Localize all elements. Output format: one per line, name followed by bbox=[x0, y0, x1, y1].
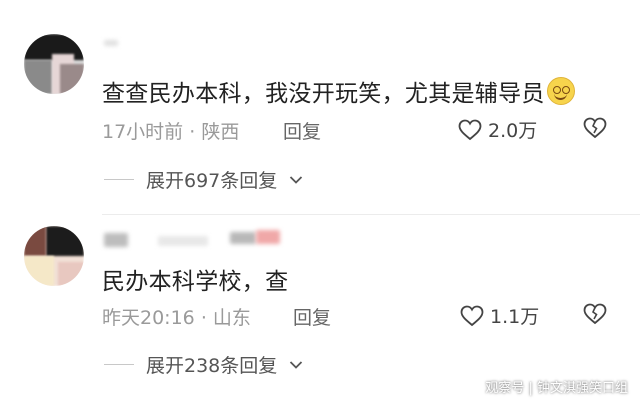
username-blurred bbox=[230, 232, 256, 244]
location: 山东 bbox=[212, 307, 251, 329]
avatar[interactable] bbox=[24, 226, 84, 286]
comment-text: 民办本科学校，查 bbox=[102, 269, 289, 295]
expand-replies[interactable]: 展开238条回复 bbox=[104, 351, 303, 378]
expand-label: 展开238条回复 bbox=[146, 355, 278, 377]
comment-meta: 昨天20:16 · 山东 bbox=[102, 307, 251, 329]
comment-item: 民办本科学校，查 昨天20:16 · 山东 回复 1.1万 展开238条回复 bbox=[0, 0, 640, 406]
dislike-icon[interactable] bbox=[583, 303, 607, 325]
like-button[interactable]: 1.1万 bbox=[460, 302, 539, 329]
watermark: 观察号 | 钟文淇强笑口组 bbox=[485, 381, 628, 396]
username-blurred bbox=[256, 230, 280, 244]
username-blurred[interactable] bbox=[104, 233, 128, 247]
reply-button[interactable]: 回复 bbox=[293, 303, 331, 330]
heart-icon bbox=[460, 305, 484, 326]
timestamp: 昨天20:16 bbox=[102, 307, 195, 329]
like-count: 1.1万 bbox=[490, 306, 540, 328]
expand-line bbox=[104, 364, 134, 365]
username-blurred bbox=[158, 236, 208, 246]
chevron-down-icon bbox=[290, 360, 303, 369]
